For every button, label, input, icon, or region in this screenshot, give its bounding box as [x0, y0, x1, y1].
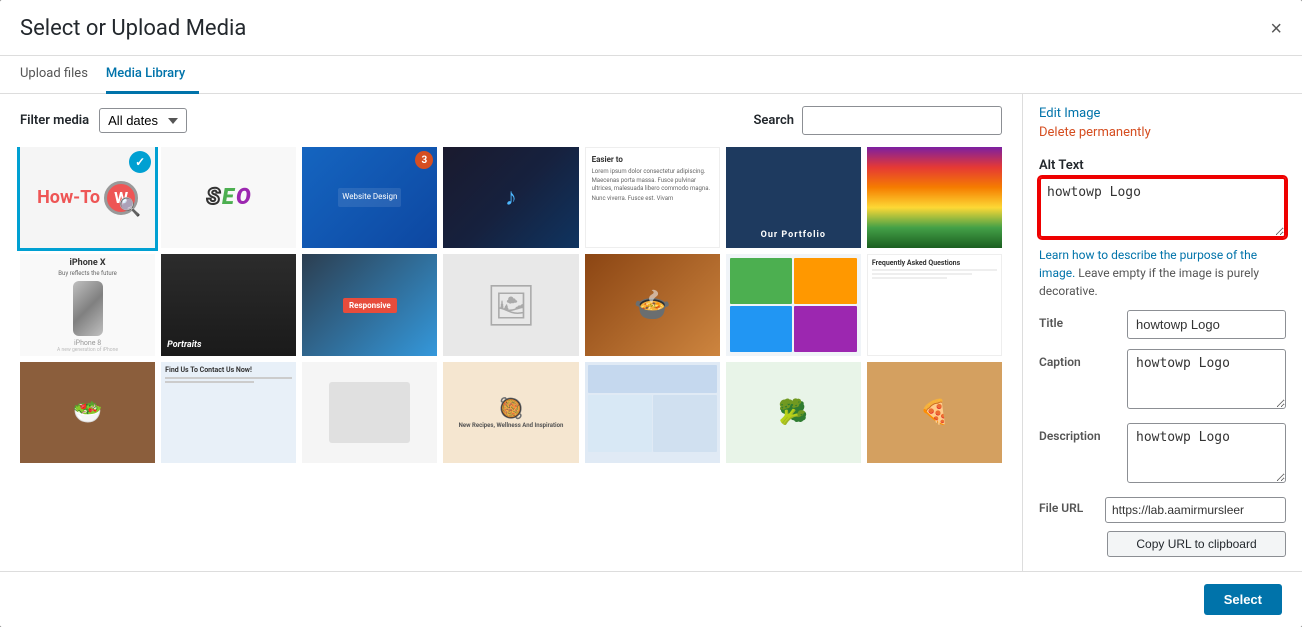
caption-label: Caption — [1039, 349, 1119, 369]
description-field-row: Description — [1039, 423, 1286, 487]
delete-permanently-link[interactable]: Delete permanently — [1039, 125, 1286, 140]
tabs-bar: Upload files Media Library — [0, 56, 1302, 94]
filter-bar: Filter media All dates Search — [0, 94, 1022, 147]
alt-text-input[interactable] — [1039, 177, 1286, 238]
media-item[interactable]: 🥦 — [726, 362, 861, 463]
file-url-label: File URL — [1039, 501, 1099, 515]
modal-overlay: Select or Upload Media × Upload files Me… — [0, 0, 1302, 627]
caption-input[interactable] — [1127, 349, 1286, 409]
media-item[interactable]: How-To W 🔍 ✓ — [20, 147, 155, 248]
media-item[interactable]: Our Portfolio — [726, 147, 861, 248]
media-item[interactable]: 🖼 — [443, 254, 578, 355]
description-label: Description — [1039, 423, 1119, 443]
tab-media-library[interactable]: Media Library — [106, 56, 199, 94]
description-input[interactable] — [1127, 423, 1286, 483]
alt-text-group: Alt Text Learn how to describe the purpo… — [1039, 158, 1286, 300]
media-item[interactable]: Frequently Asked Questions — [867, 254, 1002, 355]
media-item[interactable] — [302, 362, 437, 463]
media-area: Filter media All dates Search — [0, 94, 1022, 571]
media-item[interactable]: Easier to Lorem ipsum dolor consectetur … — [585, 147, 720, 248]
modal-header: Select or Upload Media × — [0, 0, 1302, 56]
modal-title: Select or Upload Media — [20, 16, 246, 41]
media-item[interactable]: ♪ — [443, 147, 578, 248]
media-item[interactable] — [585, 362, 720, 463]
media-item[interactable]: 🥘 New Recipes, Wellness And Inspiration — [443, 362, 578, 463]
media-item[interactable]: iPhone X Buy reflects the future iPhone … — [20, 254, 155, 355]
filter-left: Filter media All dates — [20, 108, 187, 133]
title-label: Title — [1039, 310, 1119, 330]
close-button[interactable]: × — [1270, 19, 1282, 39]
caption-field-row: Caption — [1039, 349, 1286, 413]
alt-text-label: Alt Text — [1039, 158, 1286, 173]
media-item[interactable]: 🍕 — [867, 362, 1002, 463]
file-url-row: File URL — [1039, 497, 1286, 523]
edit-image-link[interactable]: Edit Image — [1039, 106, 1286, 121]
title-input[interactable] — [1127, 310, 1286, 339]
filter-media-label: Filter media — [20, 113, 89, 128]
select-button[interactable]: Select — [1204, 584, 1282, 615]
search-input[interactable] — [802, 106, 1002, 135]
media-item[interactable]: S E O — [161, 147, 296, 248]
file-url-input[interactable] — [1105, 497, 1286, 523]
media-item[interactable] — [867, 147, 1002, 248]
media-item[interactable]: 🥗 — [20, 362, 155, 463]
modal-footer: Select — [0, 571, 1302, 627]
media-item[interactable]: Website Design 3 — [302, 147, 437, 248]
selected-check-badge: ✓ — [129, 151, 151, 173]
media-item[interactable]: Find Us To Contact Us Now! — [161, 362, 296, 463]
media-item[interactable]: Portraits — [161, 254, 296, 355]
title-field-row: Title — [1039, 310, 1286, 339]
media-item[interactable]: Responsive — [302, 254, 437, 355]
modal-body: Filter media All dates Search — [0, 94, 1302, 571]
media-item[interactable] — [726, 254, 861, 355]
media-grid-container: How-To W 🔍 ✓ — [0, 147, 1022, 571]
sidebar: Edit Image Delete permanently Alt Text L… — [1022, 94, 1302, 571]
select-upload-media-modal: Select or Upload Media × Upload files Me… — [0, 0, 1302, 627]
alt-text-description: Learn how to describe the purpose of the… — [1039, 246, 1286, 300]
search-group: Search — [753, 106, 1002, 135]
media-item[interactable]: 🍲 — [585, 254, 720, 355]
tab-upload-files[interactable]: Upload files — [20, 56, 102, 94]
media-grid: How-To W 🔍 ✓ — [20, 147, 1002, 463]
date-filter-select[interactable]: All dates — [99, 108, 187, 133]
copy-url-button[interactable]: Copy URL to clipboard — [1107, 531, 1286, 557]
search-label: Search — [753, 113, 794, 128]
